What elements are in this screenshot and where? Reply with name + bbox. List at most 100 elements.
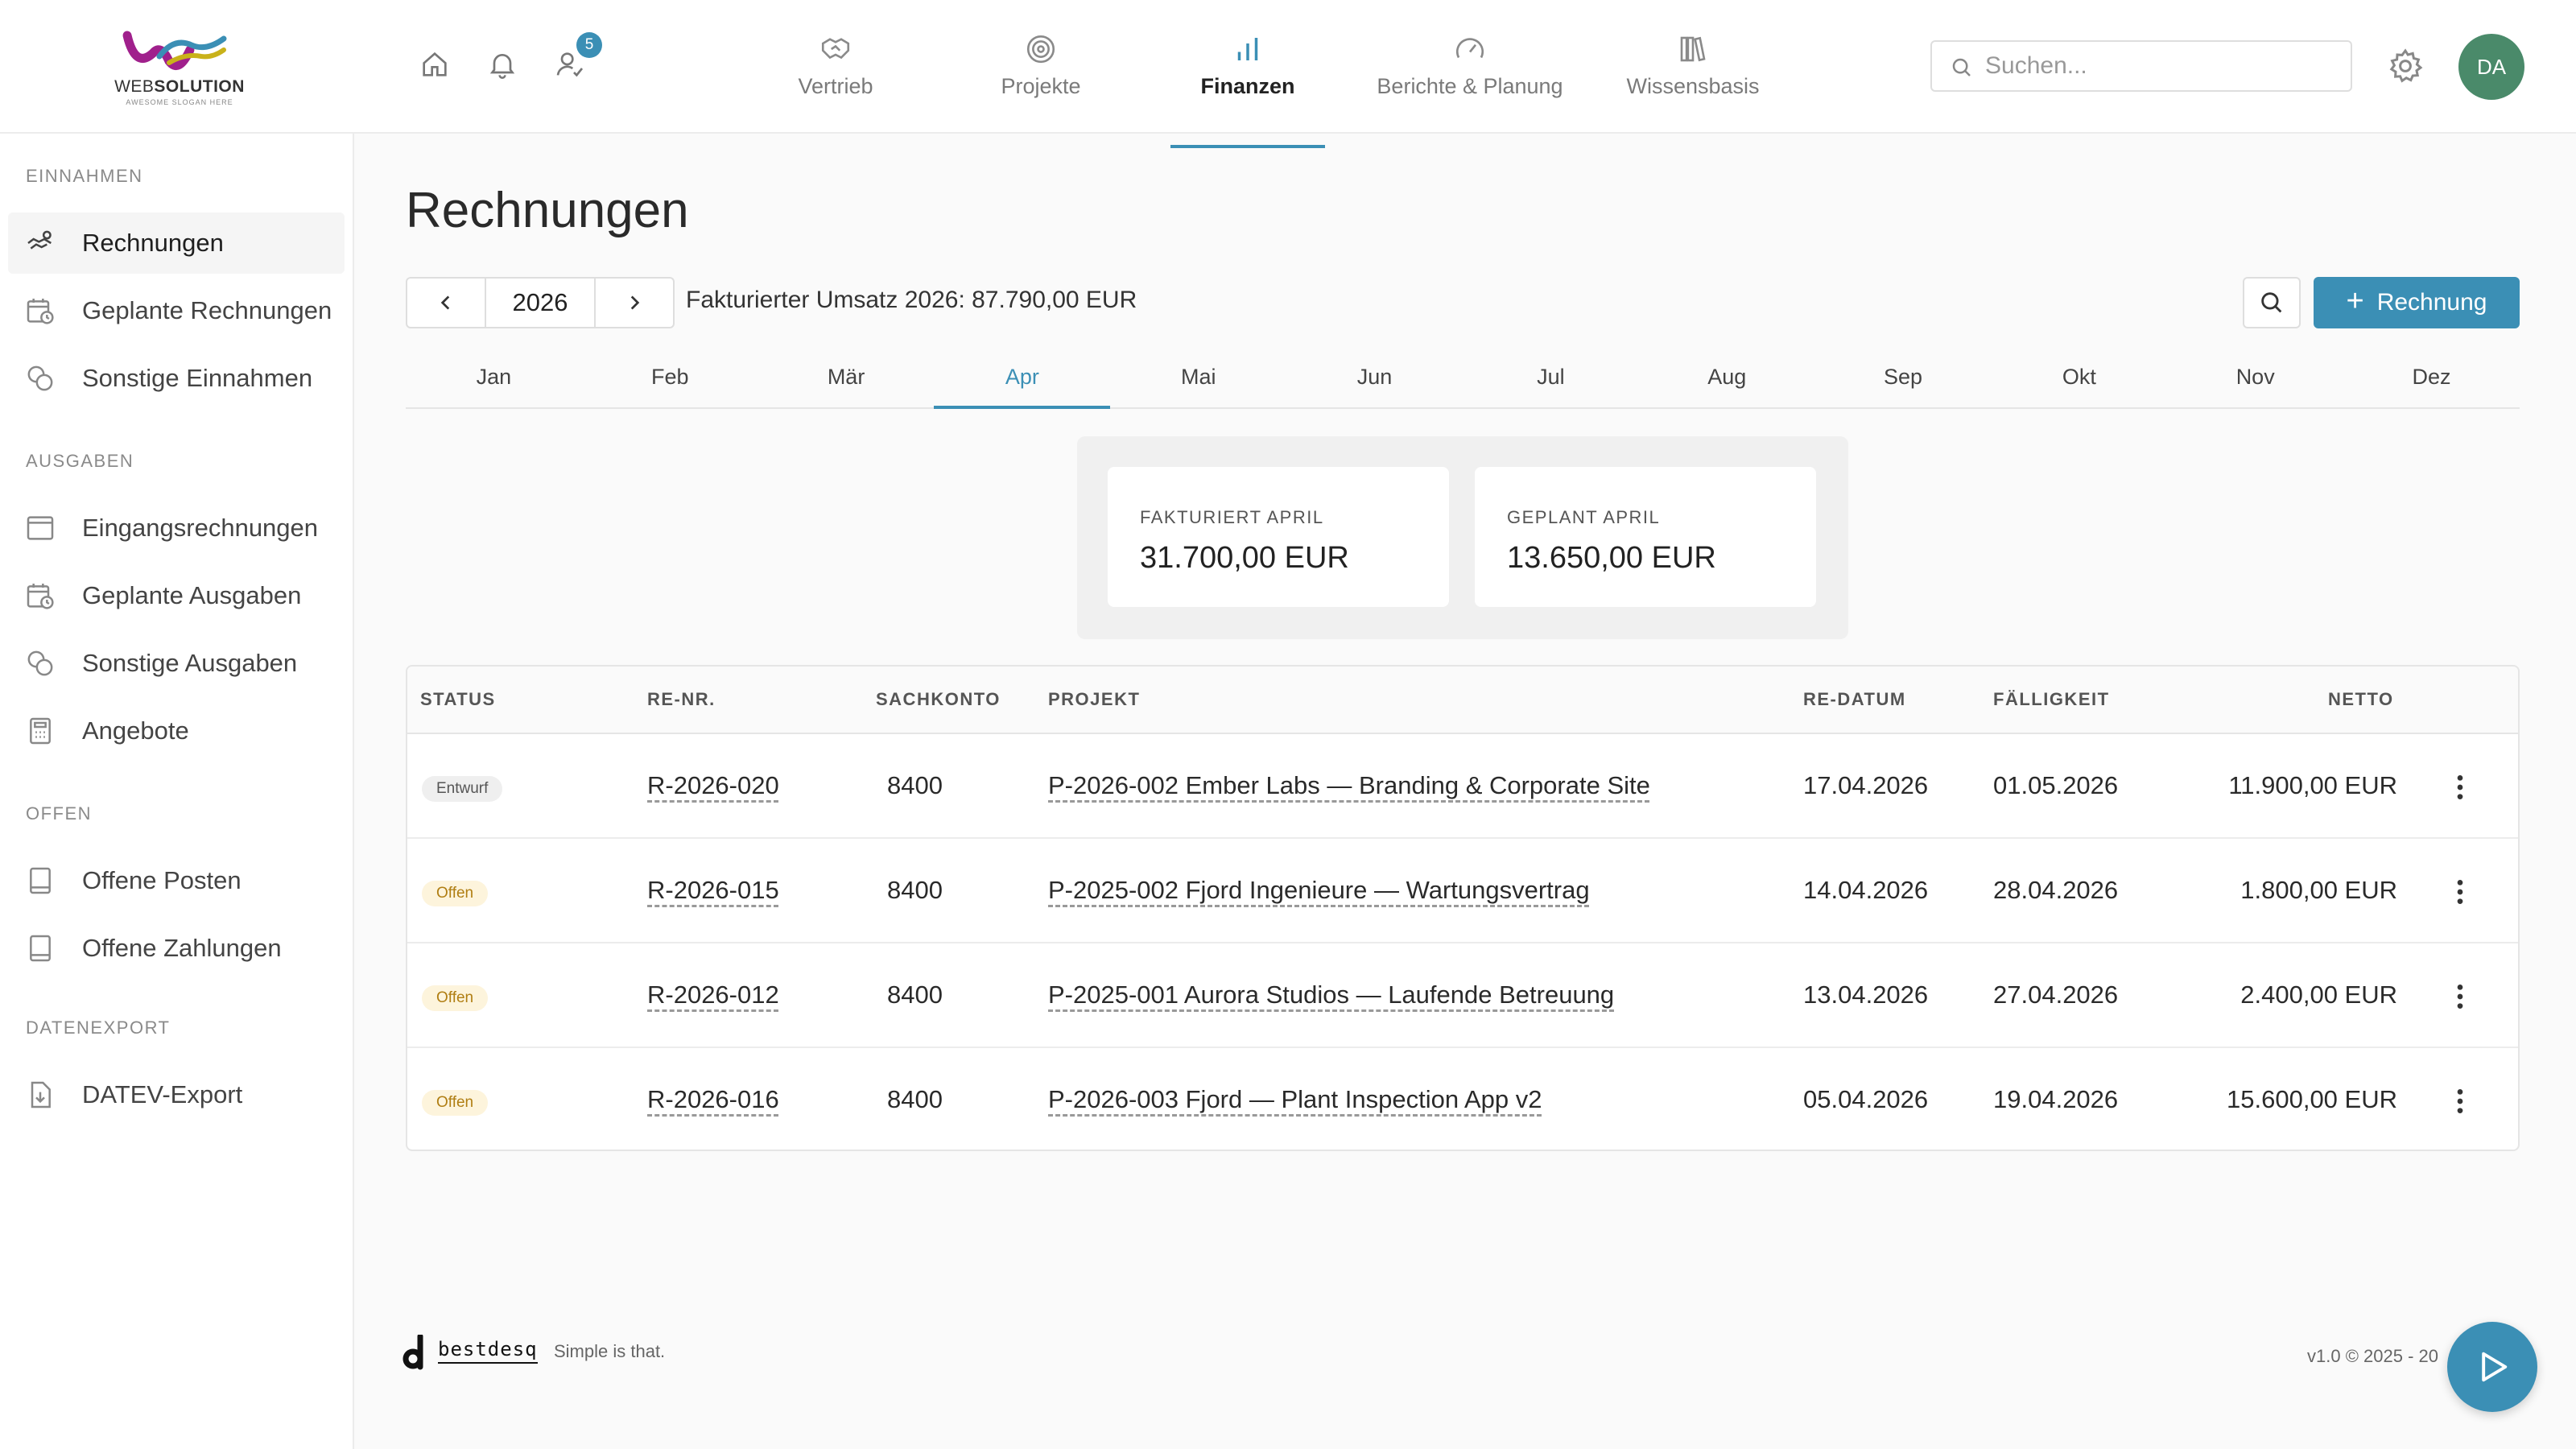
help-play-button[interactable] (2447, 1322, 2537, 1412)
version-copyright: v1.0 © 2025 - 20 (2307, 1346, 2438, 1366)
table-row[interactable]: Offen R-2026-016 8400 P-2026-003 Fjord —… (407, 1048, 2518, 1150)
sidebar-section-einnahmen: EINNAHMEN (26, 166, 143, 186)
month-tab-mar[interactable]: Mär (758, 351, 935, 407)
column-header-net[interactable]: NETTO (2328, 689, 2394, 710)
account-cell: 8400 (887, 876, 943, 904)
invoice-number-link[interactable]: R-2026-015 (647, 876, 779, 905)
month-tab-apr[interactable]: Apr (934, 351, 1111, 409)
status-badge: Entwurf (422, 776, 503, 802)
plus-icon: + (2346, 283, 2364, 318)
invoice-number-link[interactable]: R-2026-012 (647, 980, 779, 1009)
calculator-icon (30, 717, 51, 745)
kpi-card-planned: GEPLANT APRIL 13.650,00 EUR (1475, 467, 1816, 607)
account-cell: 8400 (887, 1085, 943, 1113)
target-icon (1026, 35, 1055, 64)
month-tab-jun[interactable]: Jun (1286, 351, 1463, 407)
due-date-cell: 01.05.2026 (1993, 771, 2119, 799)
more-vertical-icon[interactable] (2444, 977, 2476, 1016)
global-search[interactable] (1930, 40, 2352, 92)
column-header-status[interactable]: STATUS (420, 689, 496, 710)
status-badge: Offen (422, 881, 489, 906)
sidebar-item-label: Offene Posten (82, 866, 242, 894)
company-logo[interactable]: WEBSOLUTION AWESOME SLOGAN HERE (111, 21, 248, 111)
column-header-due[interactable]: FÄLLIGKEIT (1993, 689, 2110, 710)
column-header-account[interactable]: SACHKONTO (876, 689, 1001, 710)
new-invoice-button[interactable]: + Rechnung (2314, 277, 2520, 328)
table-row[interactable]: Entwurf R-2026-020 8400 P-2026-002 Ember… (407, 734, 2518, 839)
month-tab-okt[interactable]: Okt (1991, 351, 2167, 407)
year-selector: 2026 (406, 277, 675, 328)
user-avatar[interactable]: DA (2458, 34, 2524, 100)
kpi-label: GEPLANT APRIL (1507, 507, 1661, 527)
sidebar-section-offen: OFFEN (26, 803, 93, 824)
sidebar-item-offene-posten[interactable]: Offene Posten (8, 850, 345, 911)
sidebar-item-angebote[interactable]: Angebote (8, 700, 345, 762)
more-vertical-icon[interactable] (2444, 873, 2476, 911)
more-vertical-icon[interactable] (2444, 768, 2476, 807)
file-download-icon (31, 1081, 51, 1108)
sidebar-item-label: Offene Zahlungen (82, 934, 282, 962)
sidebar-item-label: DATEV-Export (82, 1080, 243, 1108)
month-tab-nov[interactable]: Nov (2167, 351, 2343, 407)
previous-year-button[interactable] (407, 279, 485, 327)
table-row[interactable]: Offen R-2026-015 8400 P-2025-002 Fjord I… (407, 839, 2518, 943)
project-link[interactable]: P-2026-003 Fjord — Plant Inspection App … (1048, 1085, 1542, 1114)
sidebar-item-sonstige-ausgaben[interactable]: Sonstige Ausgaben (8, 633, 345, 694)
sidebar-item-rechnungen[interactable]: Rechnungen (8, 213, 345, 274)
calendar-clock-icon (27, 584, 54, 609)
ledger-icon (30, 935, 51, 962)
sidebar-item-geplante-rechnungen[interactable]: Geplante Rechnungen (8, 280, 345, 341)
due-date-cell: 19.04.2026 (1993, 1085, 2119, 1113)
top-bar: WEBSOLUTION AWESOME SLOGAN HERE 5 Vertri… (0, 0, 2576, 148)
month-tab-dez[interactable]: Dez (2343, 351, 2520, 407)
due-date-cell: 27.04.2026 (1993, 980, 2119, 1009)
month-tab-aug[interactable]: Aug (1639, 351, 1815, 407)
table-header: STATUS RE-NR. SACHKONTO PROJEKT RE-DATUM… (407, 667, 2518, 734)
month-tab-feb[interactable]: Feb (582, 351, 758, 407)
column-header-date[interactable]: RE-DATUM (1803, 689, 1906, 710)
month-tab-jul[interactable]: Jul (1463, 351, 1639, 407)
table-row[interactable]: Offen R-2026-012 8400 P-2025-001 Aurora … (407, 943, 2518, 1048)
sidebar-item-datev-export[interactable]: DATEV-Export (8, 1064, 345, 1125)
sidebar-item-eingangsrechnungen[interactable]: Eingangsrechnungen (8, 497, 345, 559)
project-link[interactable]: P-2026-002 Ember Labs — Branding & Corpo… (1048, 771, 1650, 800)
sidebar-item-offene-zahlungen[interactable]: Offene Zahlungen (8, 918, 345, 979)
column-header-project[interactable]: PROJEKT (1048, 689, 1140, 710)
invoice-number-link[interactable]: R-2026-016 (647, 1085, 779, 1114)
kpi-value: 31.700,00 EUR (1140, 541, 1349, 575)
nav-vertrieb[interactable]: Vertrieb (778, 27, 894, 148)
nav-berichte-planung[interactable]: Berichte & Planung (1373, 27, 1567, 148)
nav-projekte[interactable]: Projekte (980, 27, 1101, 148)
sidebar: EINNAHMEN Rechnungen Geplante Rechnungen… (0, 134, 354, 1449)
due-date-cell: 28.04.2026 (1993, 876, 2119, 904)
account-cell: 8400 (887, 771, 943, 799)
column-header-number[interactable]: RE-NR. (647, 689, 716, 710)
sidebar-item-geplante-ausgaben[interactable]: Geplante Ausgaben (8, 565, 345, 626)
notification-badge: 5 (576, 32, 602, 58)
search-input[interactable] (1985, 47, 2339, 85)
project-link[interactable]: P-2025-002 Fjord Ingenieure — Wartungsve… (1048, 876, 1590, 905)
project-link[interactable]: P-2025-001 Aurora Studios — Laufende Bet… (1048, 980, 1614, 1009)
home-icon[interactable] (415, 45, 454, 84)
invoice-date-cell: 14.04.2026 (1803, 876, 1929, 904)
invoice-number-link[interactable]: R-2026-020 (647, 771, 779, 800)
next-year-button[interactable] (596, 279, 673, 327)
bestdesq-logo[interactable]: bestdesq (402, 1335, 539, 1372)
yearly-revenue-summary: Fakturierter Umsatz 2026: 87.790,00 EUR (686, 287, 1137, 313)
month-tab-jan[interactable]: Jan (406, 351, 582, 407)
chevron-left-icon (440, 295, 450, 310)
chevron-right-icon (630, 295, 640, 310)
nav-wissensbasis[interactable]: Wissensbasis (1624, 27, 1761, 148)
more-vertical-icon[interactable] (2444, 1082, 2476, 1121)
month-tab-mai[interactable]: Mai (1110, 351, 1286, 407)
invoice-search-button[interactable] (2243, 277, 2301, 328)
nav-finanzen[interactable]: Finanzen (1170, 27, 1325, 148)
gear-icon[interactable] (2386, 47, 2425, 85)
sidebar-item-sonstige-einnahmen[interactable]: Sonstige Einnahmen (8, 348, 345, 409)
bell-icon[interactable] (483, 45, 522, 84)
kpi-panel: FAKTURIERT APRIL 31.700,00 EUR GEPLANT A… (1077, 436, 1848, 639)
month-tab-sep[interactable]: Sep (1815, 351, 1992, 407)
sidebar-section-ausgaben: AUSGABEN (26, 451, 134, 471)
net-amount-cell: 2.400,00 EUR (2240, 980, 2397, 1009)
invoice-date-cell: 17.04.2026 (1803, 771, 1929, 799)
